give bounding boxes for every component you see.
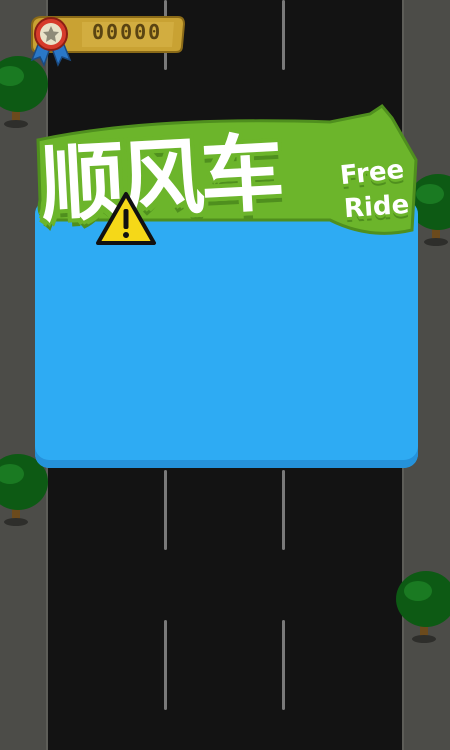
tree-icon bbox=[396, 571, 450, 643]
lane-marking bbox=[282, 470, 285, 550]
score-value: 00000 bbox=[92, 20, 163, 44]
lane-marking bbox=[164, 620, 167, 710]
lane-marking bbox=[164, 470, 167, 550]
game-title-english-line2: Ride bbox=[343, 189, 411, 225]
warning-triangle-icon bbox=[96, 192, 156, 245]
game-title-chinese: 顺风车 bbox=[37, 123, 283, 235]
lane-marking bbox=[282, 0, 285, 70]
ribbon-medal-icon bbox=[30, 17, 72, 67]
lane-marking bbox=[282, 620, 285, 710]
